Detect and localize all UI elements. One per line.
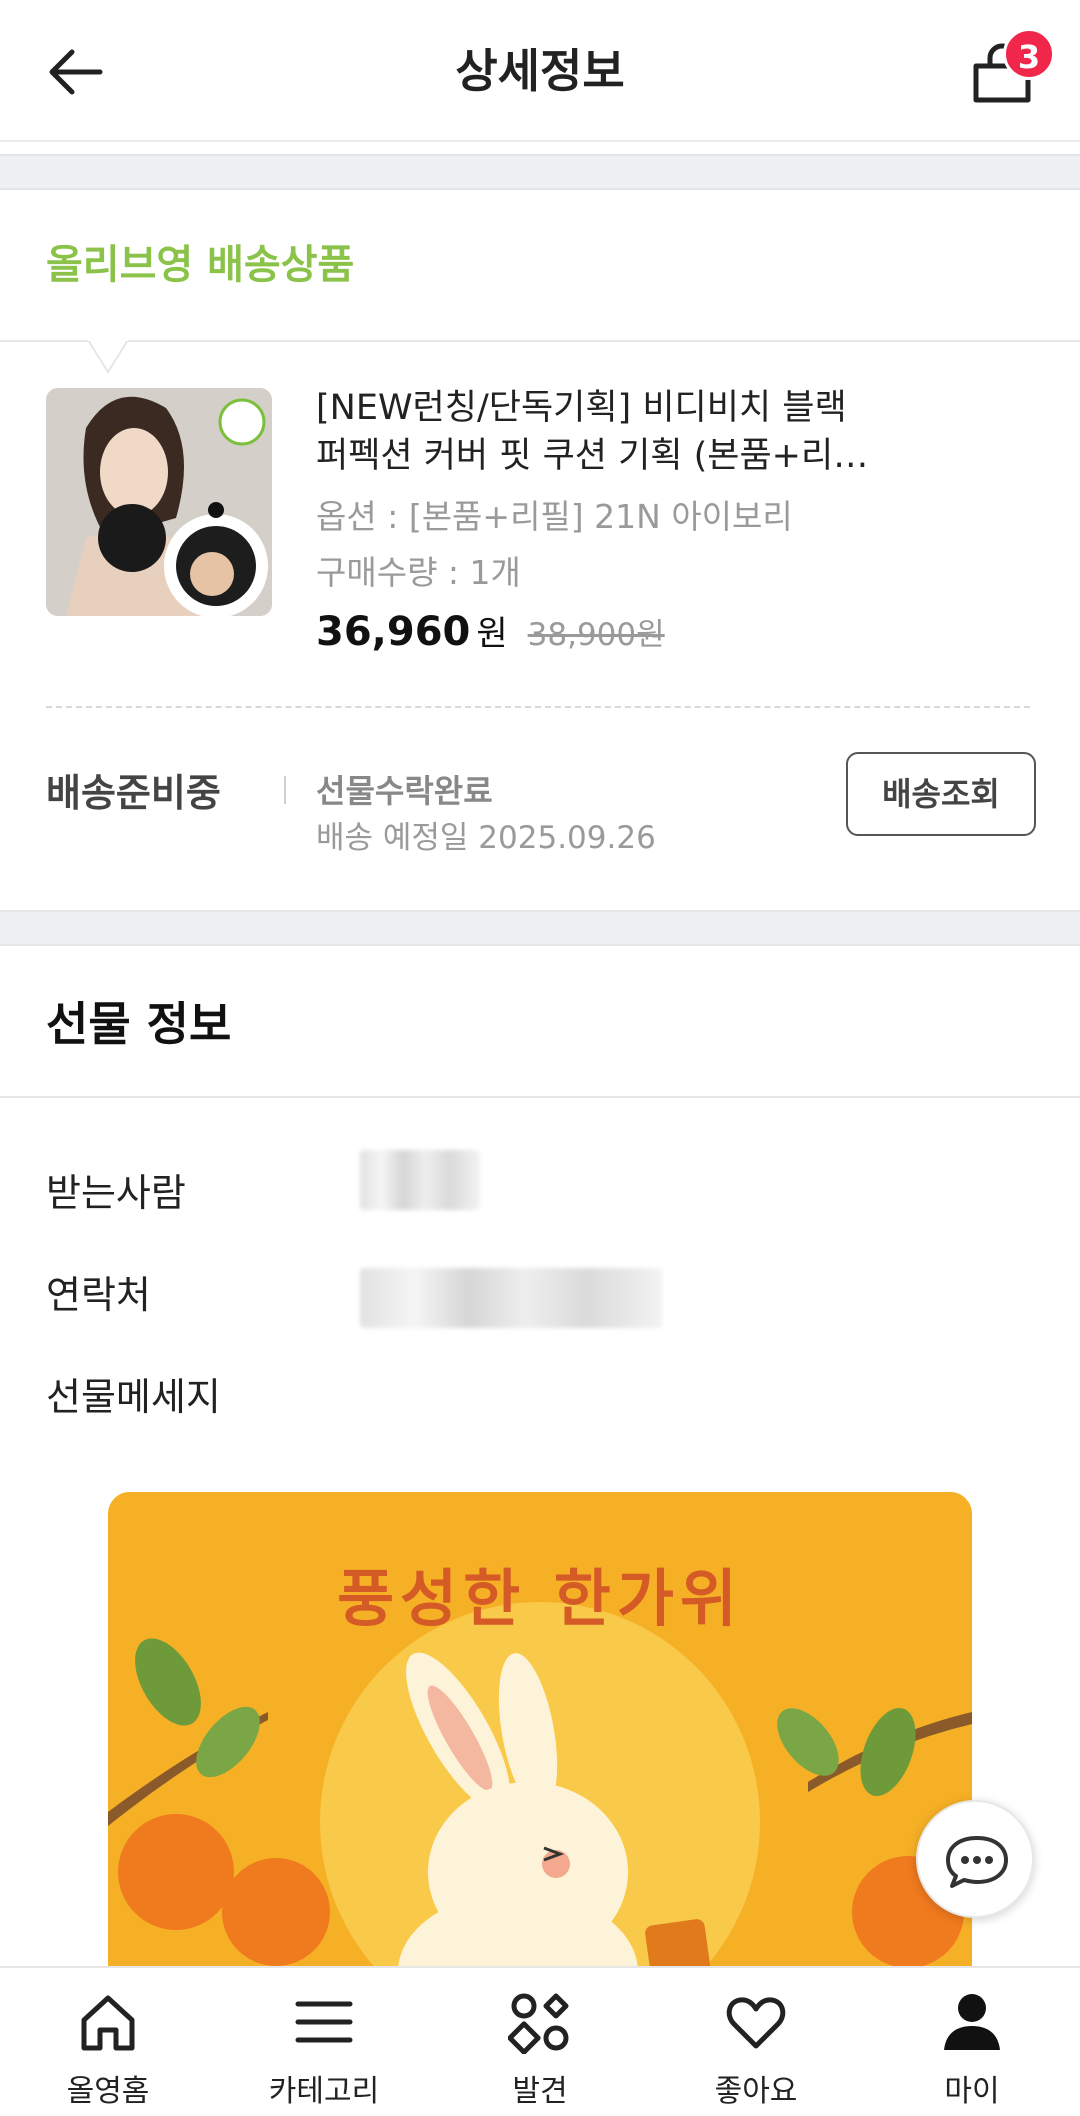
tab-my-label: 마이 xyxy=(944,2074,1000,2109)
product-name-line1: [NEW런칭/단독기획] 비디비치 블랙 xyxy=(316,388,847,428)
gift-info-title: 선물 정보 xyxy=(46,997,232,1051)
contact-value-redacted xyxy=(360,1268,662,1328)
product-option: 옵션 : [본품+리필] 21N 아이보리 xyxy=(316,497,793,536)
price-row: 36,960 원 38,900원 xyxy=(316,606,665,662)
header: 상세정보 3 xyxy=(0,0,1080,142)
divider xyxy=(0,340,1080,342)
tab-likes-label: 좋아요 xyxy=(714,2074,798,2109)
delivery-section-label: 올리브영 배송상품 xyxy=(46,242,355,288)
discover-icon xyxy=(508,1993,569,2054)
dashed-divider xyxy=(46,706,1030,708)
sale-price: 36,960 xyxy=(316,609,471,655)
tab-category[interactable]: 카테고리 xyxy=(216,1968,432,2116)
speech-notch xyxy=(88,340,128,374)
tab-home-label: 올영홈 xyxy=(66,2074,150,2109)
section-gap xyxy=(0,910,1080,946)
chat-bubble-icon xyxy=(946,1836,1008,1888)
gift-accept-status: 선물수락완료 xyxy=(316,772,493,810)
bottom-tab-bar: 올영홈 카테고리 발견 좋아요 마이 xyxy=(0,1966,1080,2116)
original-price: 38,900원 xyxy=(527,617,665,653)
gift-message-label: 선물메세지 xyxy=(46,1375,221,1419)
recipient-value-redacted xyxy=(360,1150,480,1210)
track-delivery-button[interactable]: 배송조회 xyxy=(846,752,1036,836)
contact-label: 연락처 xyxy=(46,1273,151,1317)
tab-discover-label: 발견 xyxy=(512,2074,568,2109)
gift-message-card: 풍성한 한가위 xyxy=(108,1492,972,1972)
status-separator xyxy=(284,776,286,804)
gift-card-title: 풍성한 한가위 xyxy=(337,1562,743,1635)
page-title: 상세정보 xyxy=(455,44,625,98)
price-unit: 원 xyxy=(476,614,508,654)
section-gap xyxy=(0,154,1080,190)
divider xyxy=(0,1096,1080,1098)
product-photo xyxy=(46,388,272,616)
home-icon xyxy=(81,1995,135,2051)
tab-discover[interactable]: 발견 xyxy=(432,1968,648,2116)
recipient-label: 받는사람 xyxy=(46,1171,186,1215)
expected-delivery-date: 배송 예정일 2025.09.26 xyxy=(316,820,656,856)
person-icon xyxy=(944,1994,1000,2050)
product-quantity: 구매수량 : 1개 xyxy=(316,553,521,592)
chat-button[interactable] xyxy=(916,1800,1034,1918)
tab-home[interactable]: 올영홈 xyxy=(0,1968,216,2116)
tab-my[interactable]: 마이 xyxy=(864,1968,1080,2116)
product-name[interactable]: [NEW런칭/단독기획] 비디비치 블랙 퍼펙션 커버 핏 쿠션 기획 (본품+… xyxy=(316,384,1046,480)
product-name-line2: 퍼펙션 커버 핏 쿠션 기획 (본품+리… xyxy=(316,436,869,476)
heart-icon xyxy=(726,1997,786,2049)
cart-count-badge: 3 xyxy=(1003,28,1055,80)
product-image[interactable] xyxy=(46,388,272,616)
tab-likes[interactable]: 좋아요 xyxy=(648,1968,864,2116)
tab-category-label: 카테고리 xyxy=(268,2074,380,2109)
shipping-status: 배송준비중 xyxy=(46,771,221,815)
menu-icon xyxy=(295,2001,353,2043)
